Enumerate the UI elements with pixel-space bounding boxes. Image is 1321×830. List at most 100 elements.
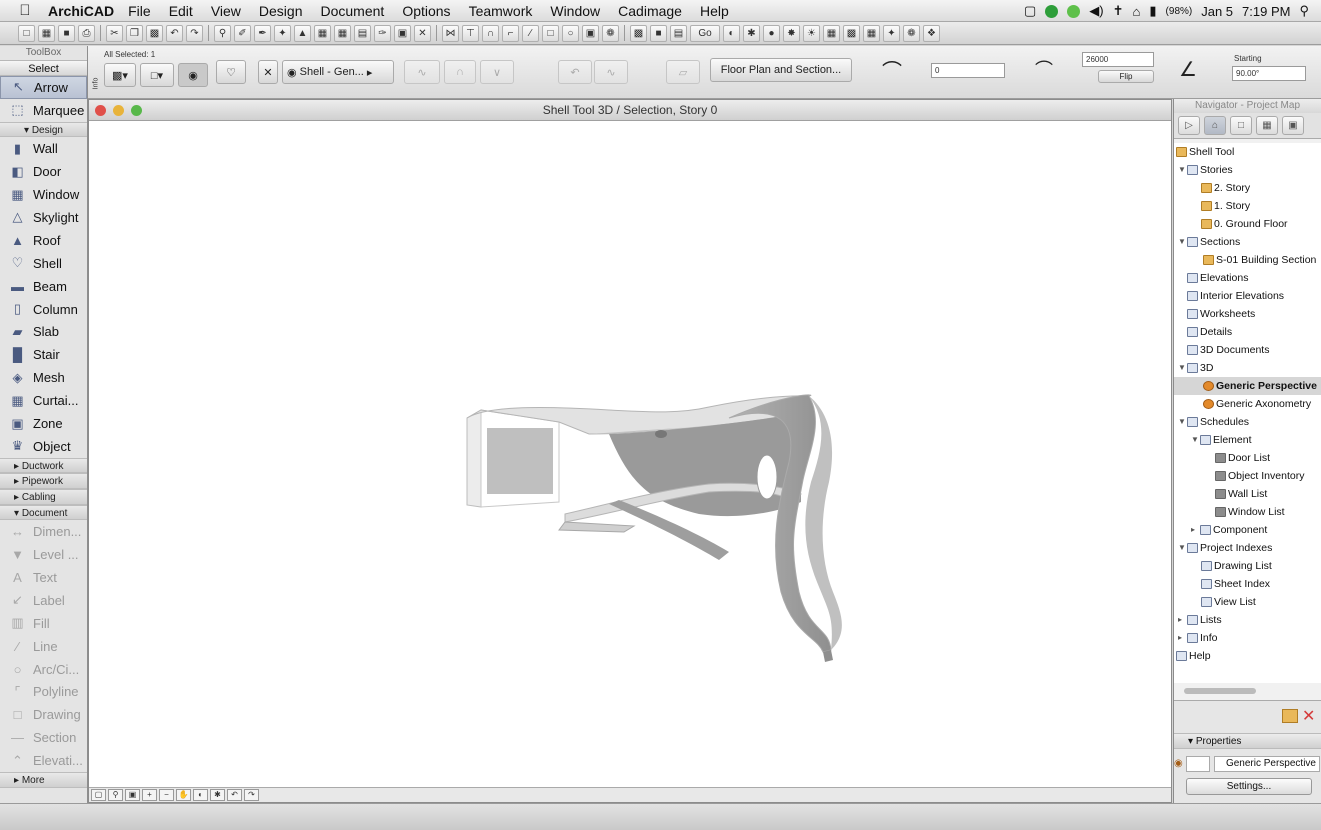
wifi-icon[interactable]: ⌂	[1133, 4, 1141, 19]
menu-document[interactable]: Document	[321, 3, 385, 19]
paste-icon[interactable]: ▩	[146, 24, 163, 42]
height-field[interactable]: 26000	[1082, 52, 1154, 67]
zoom-to-fit-icon[interactable]: ▢	[91, 789, 106, 801]
menu-help[interactable]: Help	[700, 3, 729, 19]
tool-mesh[interactable]: ◈ Mesh	[0, 366, 87, 389]
new-view-icon[interactable]	[1282, 709, 1298, 723]
tool-line[interactable]: ∕ Line	[0, 635, 87, 658]
orbit-icon[interactable]: ◐	[193, 789, 208, 801]
find-select-icon[interactable]: ⚲	[214, 24, 231, 42]
explore-icon[interactable]: ✱	[210, 789, 225, 801]
tree-root[interactable]: Shell Tool	[1176, 143, 1234, 161]
zoom-in-icon[interactable]: +	[142, 789, 157, 801]
view-mode-icon[interactable]: ▩	[630, 24, 647, 42]
tree-generic-perspective[interactable]: Generic Perspective	[1174, 377, 1321, 395]
thickness-field[interactable]: 0	[931, 63, 1005, 78]
tree-schedules[interactable]: ▼ Schedules	[1178, 413, 1249, 431]
orbit-icon[interactable]: ◐	[723, 24, 740, 42]
gravity-icon[interactable]: ▲	[294, 24, 311, 42]
tree-lists[interactable]: ▸ Lists	[1178, 611, 1222, 629]
tool-arrow[interactable]: ↖ Arrow	[0, 76, 87, 99]
tool-wall[interactable]: ▮ Wall	[0, 137, 87, 160]
syringe-icon[interactable]: ✒	[254, 24, 271, 42]
tool-dimension[interactable]: ↔ Dimen...	[0, 520, 87, 543]
cross-icon[interactable]: ✕	[258, 60, 278, 84]
go-menu-icon[interactable]: Go	[690, 24, 720, 42]
trace-icon[interactable]: ▣	[394, 24, 411, 42]
render-icon[interactable]: ✸	[783, 24, 800, 42]
navigator-scrollbar[interactable]	[1184, 688, 1256, 694]
expand-arrow-icon[interactable]: ▼	[1178, 233, 1187, 251]
offset-icon[interactable]: ∕	[522, 24, 539, 42]
tool-arc-circle[interactable]: ○ Arc/Ci...	[0, 658, 87, 681]
menu-edit[interactable]: Edit	[169, 3, 193, 19]
new-file-icon[interactable]: □	[18, 24, 35, 42]
palette-icon[interactable]: ❁	[903, 24, 920, 42]
view-name-field[interactable]: Generic Perspective	[1214, 756, 1320, 772]
group-pipework[interactable]: ▸ Pipework	[0, 473, 87, 490]
expand-arrow-icon[interactable]: ▸	[1191, 521, 1200, 539]
tree-worksheets[interactable]: Worksheets	[1187, 305, 1255, 323]
lock-icon[interactable]: ▣	[582, 24, 599, 42]
tool-stair[interactable]: █ Stair	[0, 343, 87, 366]
tree-help[interactable]: Help	[1176, 647, 1211, 665]
snap-icon[interactable]: ▦	[314, 24, 331, 42]
tree-drawing-list[interactable]: Drawing List	[1201, 557, 1272, 575]
plugin-icon[interactable]: ❖	[923, 24, 940, 42]
properties-header[interactable]: ▾ Properties	[1174, 733, 1321, 749]
floppy-icon[interactable]: ▦	[823, 24, 840, 42]
tree-component[interactable]: ▸ Component	[1191, 521, 1267, 539]
undo-shape-icon[interactable]: ↶	[558, 60, 592, 84]
ungroup-icon[interactable]: ○	[562, 24, 579, 42]
print-icon[interactable]: ⎙	[78, 24, 95, 42]
3d-viewport[interactable]	[89, 122, 1171, 788]
tree-sheet-index[interactable]: Sheet Index	[1201, 575, 1270, 593]
tool-door[interactable]: ◧ Door	[0, 160, 87, 183]
adjust-icon[interactable]: ⊤	[462, 24, 479, 42]
marker-icon[interactable]: ●	[763, 24, 780, 42]
shell-tool-icon[interactable]: ♡	[216, 60, 246, 84]
sync-icon[interactable]	[1067, 4, 1081, 18]
menu-cadimage[interactable]: Cadimage	[618, 3, 682, 19]
menu-window[interactable]: Window	[550, 3, 600, 19]
zoom-window-icon[interactable]	[131, 105, 142, 116]
magic-wand-icon[interactable]: ✦	[274, 24, 291, 42]
minimize-window-icon[interactable]	[113, 105, 124, 116]
expand-arrow-icon[interactable]: ▼	[1178, 161, 1187, 179]
undo-icon[interactable]: ↶	[166, 24, 183, 42]
tree-project-indexes[interactable]: ▼ Project Indexes	[1178, 539, 1272, 557]
zoom-out-icon[interactable]: −	[159, 789, 174, 801]
tree-3d[interactable]: ▼ 3D	[1178, 359, 1213, 377]
expand-arrow-icon[interactable]: ▼	[1178, 539, 1187, 557]
copy-icon[interactable]: ❐	[126, 24, 143, 42]
tree-stories[interactable]: ▼ Stories	[1178, 161, 1233, 179]
tool-elevation[interactable]: ⌃ Elevati...	[0, 749, 87, 772]
pen-icon[interactable]: ✑	[374, 24, 391, 42]
publisher-icon[interactable]: ▩	[843, 24, 860, 42]
delete-icon[interactable]: ✕	[1302, 706, 1315, 726]
tree-sections[interactable]: ▼ Sections	[1178, 233, 1240, 251]
clock-time[interactable]: 7:19 PM	[1242, 4, 1290, 19]
zoom-area-icon[interactable]: ⚲	[108, 789, 123, 801]
shell-settings-dropdown[interactable]: ◉ Shell - Gen... ▸	[282, 60, 394, 84]
tree-view-list[interactable]: View List	[1201, 593, 1256, 611]
view-map-tab-icon[interactable]: □	[1230, 116, 1252, 135]
close-window-icon[interactable]	[95, 105, 106, 116]
publisher-tab-icon[interactable]: ▣	[1282, 116, 1304, 135]
group-icon[interactable]: □	[542, 24, 559, 42]
tool-window[interactable]: ▦ Window	[0, 183, 87, 206]
screen-record-icon[interactable]: ▢	[1024, 3, 1036, 19]
tool-marquee[interactable]: ⬚ Marquee	[0, 99, 87, 122]
display-mode-icon[interactable]: ■	[650, 24, 667, 42]
tree-story-2[interactable]: 2. Story	[1201, 179, 1250, 197]
menu-options[interactable]: Options	[402, 3, 450, 19]
expand-arrow-icon[interactable]: ▼	[1178, 413, 1187, 431]
tree-story-1[interactable]: 1. Story	[1201, 197, 1250, 215]
project-map-tab-icon[interactable]: ⌂	[1204, 116, 1226, 135]
intersect-icon[interactable]: ∩	[482, 24, 499, 42]
paint-icon[interactable]: ❁	[602, 24, 619, 42]
battery-icon[interactable]: ▮	[1149, 3, 1156, 19]
floor-plan-section-button[interactable]: Floor Plan and Section...	[710, 58, 852, 82]
tree-object-inventory[interactable]: Object Inventory	[1215, 467, 1304, 485]
layout-book-tab-icon[interactable]: ▦	[1256, 116, 1278, 135]
